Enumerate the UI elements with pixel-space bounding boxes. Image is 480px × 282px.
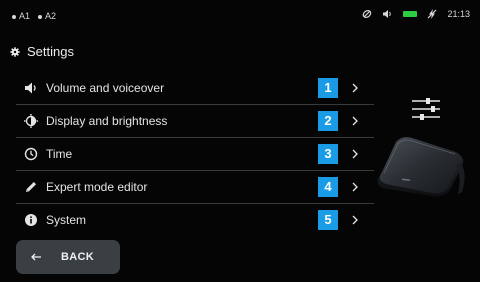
- menu-item-label: System: [46, 213, 87, 227]
- status-time: 21:13: [447, 9, 470, 19]
- speaker-icon: [25, 82, 36, 94]
- menu-item-label: Display and brightness: [46, 114, 168, 128]
- sliders-icon: [412, 98, 440, 120]
- menu-item-label: Volume and voiceover: [46, 81, 165, 95]
- info-icon: [25, 214, 37, 226]
- status-left: A1 A2: [12, 11, 56, 21]
- no-charge-icon: [428, 9, 437, 19]
- back-button[interactable]: BACK: [16, 240, 120, 274]
- status-right: 21:13: [362, 9, 470, 19]
- chevron-right-icon: [352, 116, 358, 126]
- number-badge: 5: [318, 210, 338, 230]
- status-label: A2: [45, 11, 57, 21]
- menu-item-system[interactable]: System 5: [16, 204, 374, 236]
- status-bar: A1 A2 21:13: [0, 0, 480, 30]
- menu-item-label: Expert mode editor: [46, 180, 148, 194]
- menu-item-volume[interactable]: Volume and voiceover 1: [16, 72, 374, 105]
- chevron-right-icon: [352, 215, 358, 225]
- device-image: [377, 137, 465, 197]
- settings-menu: Volume and voiceover 1 Display and brigh…: [16, 72, 374, 236]
- status-item-a2: A2: [38, 11, 56, 21]
- status-item-a1: A1: [12, 11, 30, 21]
- menu-item-expert-mode[interactable]: Expert mode editor 4: [16, 171, 374, 204]
- page-title: Settings: [27, 44, 74, 59]
- menu-item-display[interactable]: Display and brightness 2: [16, 105, 374, 138]
- battery-icon: [403, 11, 418, 17]
- arrow-left-icon: [31, 253, 41, 261]
- number-badge: 1: [318, 78, 338, 98]
- number-badge: 4: [318, 177, 338, 197]
- chevron-right-icon: [352, 83, 358, 93]
- sensor-icon: [363, 10, 372, 18]
- status-label: A1: [19, 11, 31, 21]
- pencil-icon: [26, 182, 36, 192]
- clock-icon: [24, 147, 38, 161]
- volume-status-icon: [383, 10, 392, 18]
- dot-icon: [12, 14, 16, 19]
- gear-icon: [10, 46, 20, 57]
- chevron-right-icon: [352, 182, 358, 192]
- page-header: Settings: [10, 44, 74, 59]
- brightness-icon: [24, 114, 38, 128]
- menu-item-label: Time: [46, 147, 73, 161]
- number-badge: 3: [318, 144, 338, 164]
- dot-icon: [38, 14, 43, 19]
- back-button-label: BACK: [61, 251, 94, 263]
- chevron-right-icon: [352, 149, 358, 159]
- number-badge: 2: [318, 111, 338, 131]
- settings-screen: A1 A2 21:13 Settings Volume and voiceove…: [0, 0, 480, 282]
- menu-item-time[interactable]: Time 3: [16, 138, 374, 171]
